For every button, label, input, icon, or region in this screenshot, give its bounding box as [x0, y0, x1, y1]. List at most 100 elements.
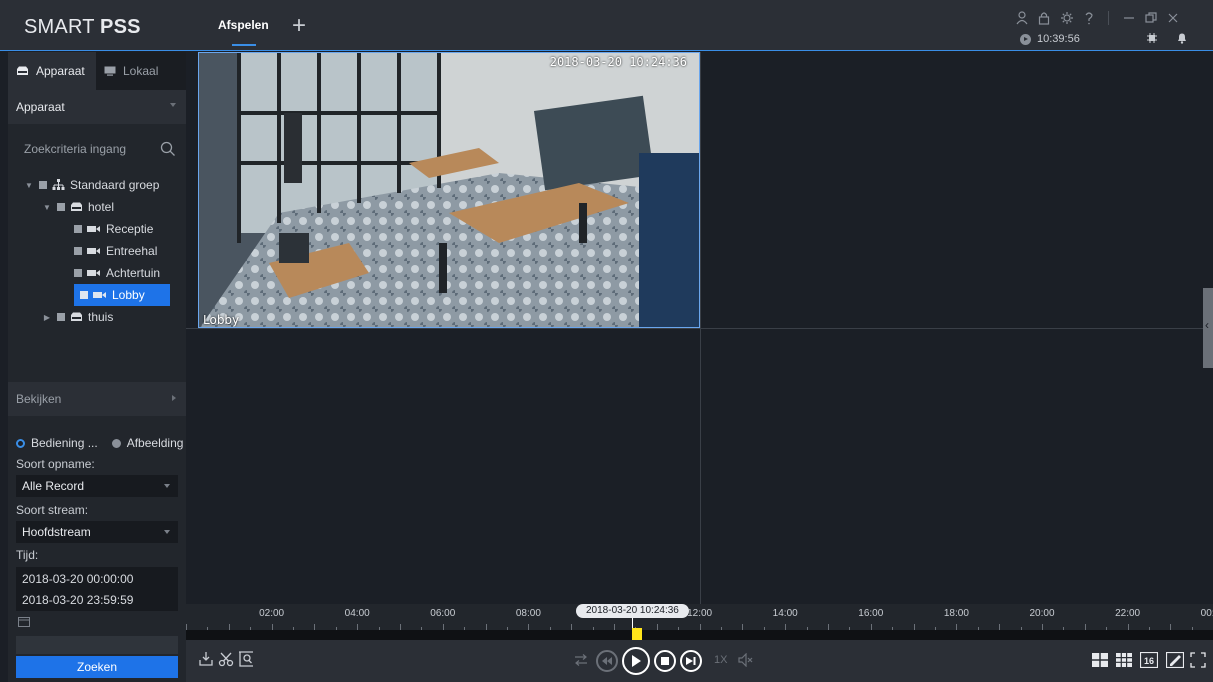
tree-node-camera-entreehal[interactable]: Entreehal [74, 240, 157, 262]
tab-device-label: Apparaat [36, 64, 85, 78]
sidebar: Apparaat Lokaal Apparaat Zoekcriteria in… [8, 52, 186, 682]
tree-checkbox[interactable] [80, 291, 88, 299]
gear-icon[interactable] [1060, 11, 1074, 25]
sync-icon[interactable] [574, 654, 588, 666]
rewind-button[interactable] [596, 650, 618, 672]
play-icon [632, 655, 641, 667]
playback-speed[interactable]: 1X [714, 654, 727, 666]
scissors-icon[interactable] [218, 651, 234, 667]
tab-playback[interactable]: Afspelen [206, 0, 282, 51]
tree-node-label: hotel [88, 200, 115, 214]
camera-icon [87, 270, 100, 276]
timeline-hour-label: 18:00 [943, 608, 969, 619]
custom-layout-icon[interactable] [1166, 652, 1184, 668]
time-range-field[interactable]: 2018-03-20 00:00:00 2018-03-20 23:59:59 [16, 567, 178, 611]
radio-control[interactable] [16, 438, 25, 448]
timeline-hour-label: 02:00 [259, 608, 285, 619]
tree-node-camera-lobby[interactable]: Lobby [74, 284, 170, 306]
sidebar-tabs: Apparaat Lokaal [8, 52, 186, 90]
expand-arrow-icon[interactable]: ▼ [24, 181, 34, 190]
stop-button[interactable] [654, 650, 676, 672]
tree-node-camera-receptie[interactable]: Receptie [74, 218, 153, 240]
chevron-down-icon [164, 530, 170, 534]
video-grid: 2018-03-20 10:24:36 Lobby [186, 52, 1213, 604]
close-icon[interactable] [1167, 11, 1179, 25]
next-frame-icon [686, 657, 696, 665]
tree-node-thuis[interactable]: ▶ thuis [42, 306, 113, 328]
record-type-value: Alle Record [22, 479, 85, 493]
system-clock: 10:39:56 [1020, 33, 1080, 45]
tree-checkbox[interactable] [74, 225, 82, 233]
monitor-icon [104, 66, 116, 76]
minimize-icon[interactable] [1123, 11, 1135, 25]
chevron-right-icon [172, 395, 176, 401]
tree-checkbox[interactable] [39, 181, 47, 189]
app-logo: SMART PSS [24, 16, 141, 38]
search-icon[interactable] [160, 141, 176, 157]
timeline[interactable]: 02:00 04:00 06:00 08:00 12:00 14:00 16:00 18:00… [186, 604, 1213, 640]
recording-segment[interactable] [632, 628, 642, 640]
play-button[interactable] [622, 647, 650, 675]
video-window-1[interactable]: 2018-03-20 10:24:36 Lobby [198, 52, 700, 328]
tab-device[interactable]: Apparaat [8, 52, 96, 90]
add-tab-button[interactable]: + [292, 14, 306, 38]
rewind-icon [602, 657, 612, 665]
restore-icon[interactable] [1145, 11, 1157, 25]
timeline-track[interactable] [186, 630, 1213, 640]
tree-checkbox[interactable] [57, 203, 65, 211]
view-section-title: Bekijken [16, 392, 62, 406]
search-button[interactable]: Zoeken [16, 656, 178, 678]
timeline-hour-label: 20:00 [1029, 608, 1055, 619]
search-progress-bar [16, 636, 178, 654]
tree-node-hotel[interactable]: ▼ hotel [42, 196, 114, 218]
cpu-icon[interactable] [1146, 32, 1158, 44]
side-panel-toggle[interactable] [1203, 288, 1213, 368]
lock-icon[interactable] [1038, 11, 1050, 25]
layout-9-icon[interactable] [1116, 653, 1132, 667]
chevron-down-icon [170, 103, 176, 107]
time-start[interactable]: 2018-03-20 00:00:00 [22, 572, 133, 586]
tree-checkbox[interactable] [74, 269, 82, 277]
calendar-icon[interactable] [18, 617, 30, 627]
stream-type-value: Hoofdstream [22, 525, 91, 539]
tree-node-camera-achtertuin[interactable]: Achtertuin [74, 262, 160, 284]
stream-type-label: Soort stream: [16, 503, 89, 517]
next-frame-button[interactable] [680, 650, 702, 672]
device-section-header[interactable]: Apparaat [8, 90, 186, 124]
download-icon[interactable] [198, 651, 214, 667]
radio-image[interactable] [111, 438, 121, 448]
tree-node-label: thuis [88, 310, 114, 324]
time-end[interactable]: 2018-03-20 23:59:59 [22, 593, 133, 607]
tree-checkbox[interactable] [57, 313, 65, 321]
view-section-header[interactable]: Bekijken [8, 382, 186, 416]
fullscreen-icon[interactable] [1190, 652, 1206, 668]
camera-icon [93, 292, 106, 298]
layout-4-icon[interactable] [1092, 653, 1108, 667]
record-type-label: Soort opname: [16, 457, 95, 471]
clock-status-icon [1020, 33, 1031, 45]
tab-local[interactable]: Lokaal [104, 52, 158, 90]
help-icon[interactable] [1084, 11, 1094, 25]
video-window-4[interactable] [701, 329, 1203, 604]
timeline-hour-label: 04:00 [344, 608, 370, 619]
device-search-input[interactable]: Zoekcriteria ingang [16, 137, 178, 161]
timeline-hour-label: 16:00 [858, 608, 884, 619]
video-window-3[interactable] [186, 329, 700, 604]
toolbar-divider [1108, 11, 1109, 25]
layout-16-icon[interactable]: 16 [1140, 652, 1158, 668]
stream-type-select[interactable]: Hoofdstream [16, 521, 178, 543]
timeline-hour-label: 06:00 [430, 608, 456, 619]
expand-arrow-icon[interactable]: ▶ [42, 313, 52, 322]
volume-mute-icon[interactable] [738, 653, 754, 667]
playback-controls: 1X 16 [186, 640, 1213, 682]
tree-checkbox[interactable] [74, 247, 82, 255]
smart-search-icon[interactable] [238, 651, 254, 667]
bell-icon[interactable] [1176, 32, 1188, 44]
user-icon[interactable] [1016, 11, 1028, 25]
expand-arrow-icon[interactable]: ▼ [42, 203, 52, 212]
tab-local-label: Lokaal [123, 64, 159, 78]
tree-node-standard-group[interactable]: ▼ Standaard groep [24, 174, 159, 196]
video-window-2[interactable] [701, 52, 1203, 328]
tree-node-label: Entreehal [106, 244, 158, 258]
record-type-select[interactable]: Alle Record [16, 475, 178, 497]
